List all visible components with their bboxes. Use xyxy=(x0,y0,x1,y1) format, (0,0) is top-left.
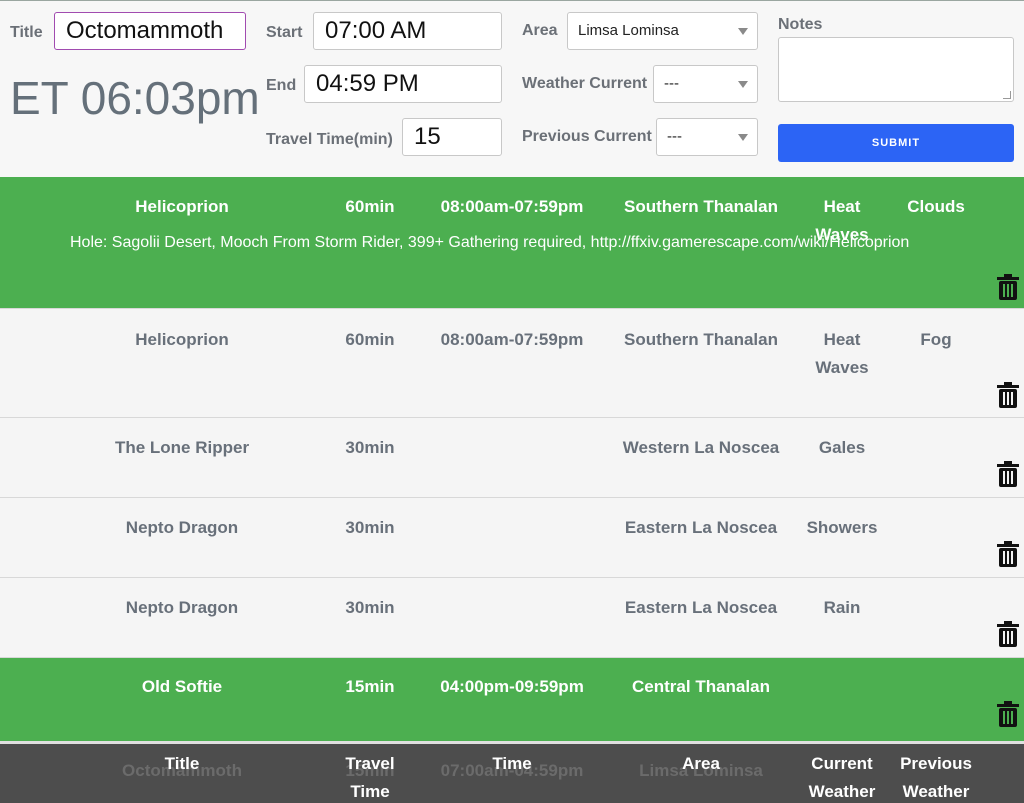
submit-button[interactable]: SUBMIT xyxy=(778,124,1014,162)
fish-time-window: 08:00am-07:59pm xyxy=(440,197,584,216)
fish-travel-time: 30min xyxy=(345,438,395,457)
fish-title: Helicoprion xyxy=(135,330,229,349)
area-select-value: Limsa Lominsa xyxy=(578,22,679,39)
fish-row[interactable]: Nepto Dragon 30min Eastern La Noscea Sho… xyxy=(0,498,1024,578)
title-label: Title xyxy=(10,24,43,41)
travel-time-input[interactable]: 15 xyxy=(402,118,502,156)
fish-travel-time: 30min xyxy=(345,518,395,537)
header-previous-weather: Previous Weather xyxy=(900,754,972,801)
header-time: Time xyxy=(492,754,532,773)
fish-travel-time: 60min xyxy=(345,197,395,216)
fish-title: Nepto Dragon xyxy=(125,598,239,617)
travel-time-label: Travel Time(min) xyxy=(266,131,393,148)
fish-title: Nepto Dragon xyxy=(125,518,239,537)
header-area: Area xyxy=(682,754,720,773)
resize-grip-icon[interactable] xyxy=(1003,91,1011,99)
weather-current-select[interactable]: --- xyxy=(653,65,758,103)
fish-area: Southern Thanalan xyxy=(624,330,778,349)
fish-current-weather: Showers xyxy=(806,518,878,537)
fish-current-weather: Gales xyxy=(818,438,866,457)
fish-title: Helicoprion xyxy=(135,197,229,216)
start-label: Start xyxy=(266,24,303,41)
fish-area: Central Thanalan xyxy=(632,677,770,696)
fish-row[interactable]: The Lone Ripper 30min Western La Noscea … xyxy=(0,418,1024,498)
fish-note: Hole: Sagolii Desert, Mooch From Storm R… xyxy=(70,234,910,251)
notes-textarea[interactable] xyxy=(778,37,1014,102)
fish-current-weather: Heat Waves xyxy=(815,330,869,377)
start-time-input[interactable]: 07:00 AM xyxy=(313,12,502,50)
fish-travel-time: 60min xyxy=(345,330,395,349)
fish-current-weather: Rain xyxy=(823,598,861,617)
end-time-input[interactable]: 04:59 PM xyxy=(304,65,502,103)
chevron-down-icon xyxy=(738,134,748,141)
trash-icon[interactable] xyxy=(997,621,1019,647)
header-current-weather: Current Weather xyxy=(808,754,876,801)
end-label: End xyxy=(266,77,297,94)
header-title: Title xyxy=(164,754,200,773)
trash-icon[interactable] xyxy=(997,541,1019,567)
weather-current-label: Weather Current xyxy=(522,75,648,92)
header-travel-time: Travel Time xyxy=(345,754,395,801)
title-input[interactable]: Octomammoth xyxy=(54,12,246,50)
fish-time-window: 08:00am-07:59pm xyxy=(440,330,584,349)
fish-area: Western La Noscea xyxy=(622,438,780,457)
fish-area: Eastern La Noscea xyxy=(624,598,778,617)
fish-row[interactable]: Old Softie 15min 04:00pm-09:59pm Central… xyxy=(0,658,1024,741)
chevron-down-icon xyxy=(738,28,748,35)
trash-icon[interactable] xyxy=(997,461,1019,487)
area-select[interactable]: Limsa Lominsa xyxy=(567,12,758,50)
previous-current-label: Previous Current xyxy=(522,128,652,145)
chevron-down-icon xyxy=(738,81,748,88)
fish-title: The Lone Ripper xyxy=(114,438,250,457)
trash-icon[interactable] xyxy=(997,701,1019,727)
fish-row[interactable]: Nepto Dragon 30min Eastern La Noscea Rai… xyxy=(0,578,1024,658)
fish-area: Eastern La Noscea xyxy=(624,518,778,537)
trash-icon[interactable] xyxy=(997,274,1019,300)
eorzea-clock: ET 06:03pm xyxy=(10,72,260,124)
notes-label: Notes xyxy=(778,16,823,33)
previous-current-select[interactable]: --- xyxy=(656,118,758,156)
fish-previous-weather: Fog xyxy=(920,330,952,349)
trash-icon[interactable] xyxy=(997,382,1019,408)
fish-time-window: 04:00pm-09:59pm xyxy=(440,677,584,696)
table-header-footer: Octomammoth 15min 07:00am-04:59pm Limsa … xyxy=(0,741,1024,803)
fish-travel-time: 15min xyxy=(345,677,395,696)
fish-title: Old Softie xyxy=(141,677,223,696)
fish-travel-time: 30min xyxy=(345,598,395,617)
weather-current-value: --- xyxy=(664,75,679,92)
fish-row[interactable]: Helicoprion 60min 08:00am-07:59pm Southe… xyxy=(0,177,1024,309)
fish-area: Southern Thanalan xyxy=(624,197,778,216)
fish-previous-weather: Clouds xyxy=(907,197,965,216)
add-fish-form: Title Octomammoth ET 06:03pm Start 07:00… xyxy=(0,0,1024,177)
area-label: Area xyxy=(522,22,558,39)
fish-row[interactable]: Helicoprion 60min 08:00am-07:59pm Southe… xyxy=(0,309,1024,418)
previous-current-value: --- xyxy=(667,128,682,145)
